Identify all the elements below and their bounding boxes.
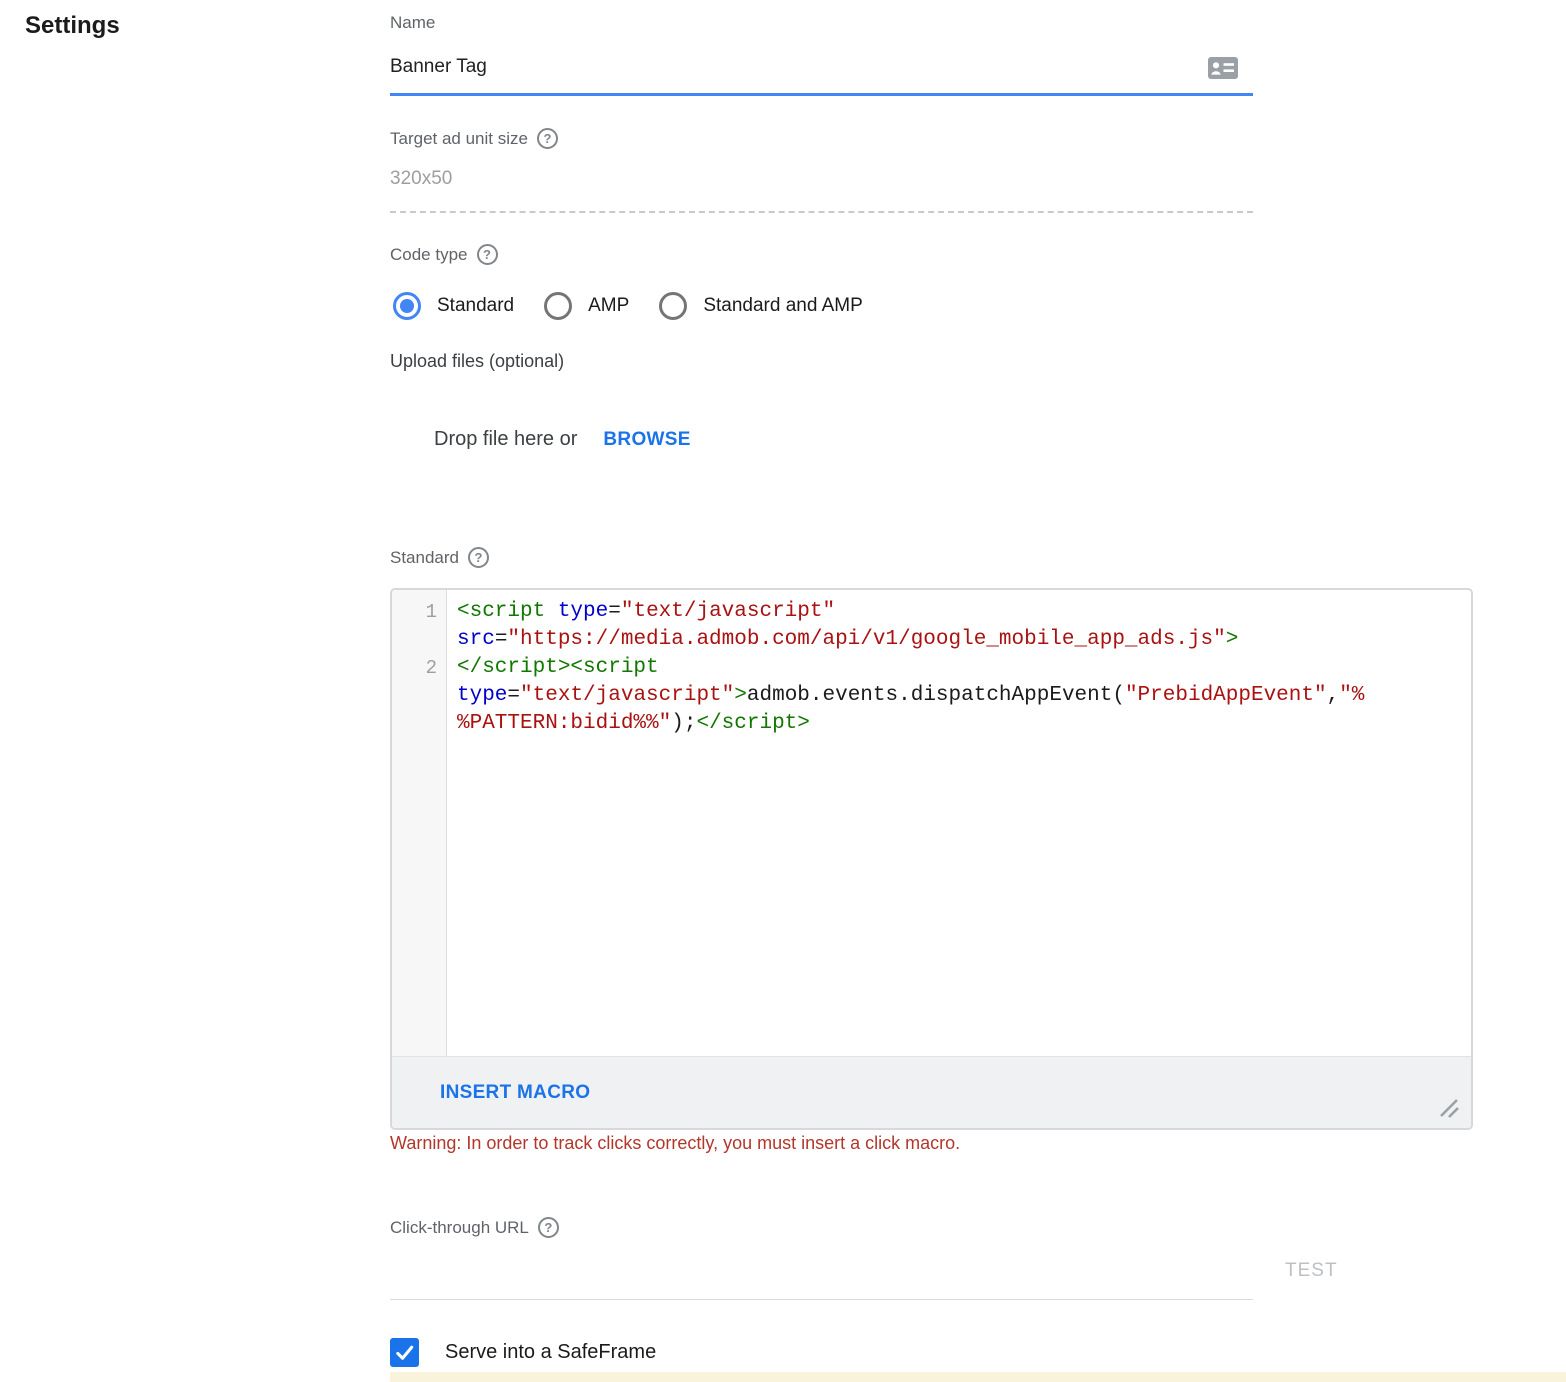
help-icon[interactable]: ? xyxy=(537,128,558,149)
radio-icon[interactable] xyxy=(393,292,421,320)
line-number xyxy=(392,626,446,654)
target-ad-unit-size-value: 320x50 xyxy=(390,168,1253,213)
click-through-url-input[interactable] xyxy=(390,1260,1253,1300)
resize-handle-icon[interactable] xyxy=(1437,1096,1461,1120)
insert-macro-button[interactable]: INSERT MACRO xyxy=(440,1082,590,1104)
upload-files-label: Upload files (optional) xyxy=(390,351,564,372)
radio-label: Standard and AMP xyxy=(703,295,863,317)
page-title: Settings xyxy=(25,12,120,40)
line-number-gutter: 12 xyxy=(392,590,447,1056)
radio-label: Standard xyxy=(437,295,514,317)
radio-label: AMP xyxy=(588,295,629,317)
radio-icon[interactable] xyxy=(544,292,572,320)
file-drop-zone[interactable]: Drop file here or BROWSE xyxy=(434,428,691,451)
help-icon[interactable]: ? xyxy=(477,244,498,265)
line-number: 2 xyxy=(392,654,446,682)
code-line[interactable]: </script><script xyxy=(457,654,1471,682)
standard-code-label: Standard ? xyxy=(390,547,489,568)
code-line[interactable]: src="https://media.admob.com/api/v1/goog… xyxy=(457,626,1471,654)
drop-file-text: Drop file here or xyxy=(434,428,577,451)
radio-icon[interactable] xyxy=(659,292,687,320)
help-icon[interactable]: ? xyxy=(538,1217,559,1238)
code-line[interactable]: type="text/javascript">admob.events.disp… xyxy=(457,682,1471,710)
code-type-options: Standard AMP Standard and AMP xyxy=(393,290,893,322)
name-label: Name xyxy=(390,13,435,33)
settings-page: Settings Name Target ad unit size ? 320x… xyxy=(0,0,1566,1382)
click-macro-warning: Warning: In order to track clicks correc… xyxy=(390,1133,960,1154)
radio-option-standard-and-amp[interactable]: Standard and AMP xyxy=(659,292,863,320)
safeframe-checkbox[interactable] xyxy=(390,1338,419,1367)
safeframe-row: Serve into a SafeFrame xyxy=(390,1338,656,1367)
contact-card-icon[interactable] xyxy=(1208,57,1238,80)
click-through-url-label: Click-through URL ? xyxy=(390,1217,559,1238)
notice-bar xyxy=(390,1372,1566,1382)
line-number xyxy=(392,710,446,738)
line-number xyxy=(392,682,446,710)
test-button[interactable]: TEST xyxy=(1285,1260,1338,1282)
checkmark-icon xyxy=(393,1341,416,1364)
code-editor-textarea[interactable]: 12 <script type="text/javascript"src="ht… xyxy=(392,590,1471,1056)
target-ad-unit-size-label: Target ad unit size ? xyxy=(390,128,558,149)
code-editor-footer: INSERT MACRO xyxy=(392,1056,1471,1128)
code-editor: 12 <script type="text/javascript"src="ht… xyxy=(390,588,1473,1130)
line-number: 1 xyxy=(392,598,446,626)
safeframe-label: Serve into a SafeFrame xyxy=(445,1341,656,1364)
help-icon[interactable]: ? xyxy=(468,547,489,568)
name-field xyxy=(390,48,1253,96)
radio-option-standard[interactable]: Standard xyxy=(393,292,514,320)
settings-form: Name Target ad unit size ? 320x50 Code t… xyxy=(390,0,1566,1382)
browse-button[interactable]: BROWSE xyxy=(603,429,690,451)
name-input[interactable] xyxy=(390,48,1170,78)
code-content[interactable]: <script type="text/javascript"src="https… xyxy=(447,590,1471,1056)
radio-option-amp[interactable]: AMP xyxy=(544,292,629,320)
code-type-label: Code type ? xyxy=(390,244,498,265)
code-line[interactable]: %PATTERN:bidid%%");</script> xyxy=(457,710,1471,738)
code-line[interactable]: <script type="text/javascript" xyxy=(457,598,1471,626)
